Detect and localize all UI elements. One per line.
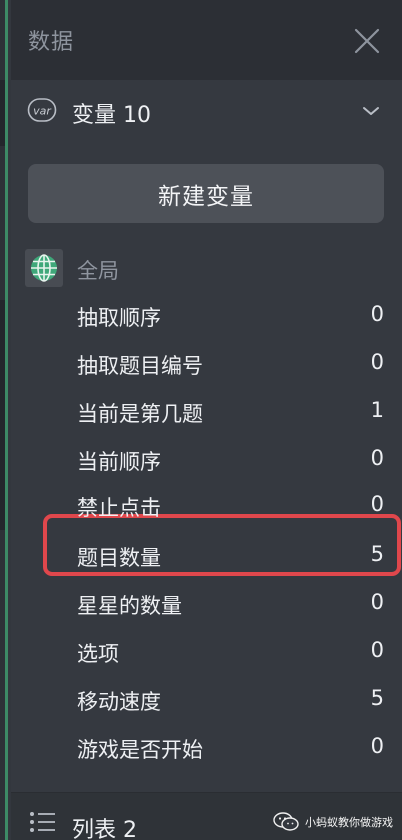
variable-name: 抽取题目编号 bbox=[77, 354, 203, 378]
variable-name: 游戏是否开始 bbox=[77, 738, 203, 762]
list-item[interactable]: 当前顺序 0 bbox=[11, 436, 402, 484]
left-edge-shade bbox=[0, 300, 5, 530]
variable-value: 5 bbox=[370, 686, 384, 710]
variable-value: 0 bbox=[370, 446, 384, 470]
variable-name: 当前顺序 bbox=[77, 450, 161, 474]
list-item[interactable]: 选项 0 bbox=[11, 628, 402, 676]
variable-name: 禁止点击 bbox=[77, 496, 161, 520]
list-item[interactable]: 星星的数量 0 bbox=[11, 580, 402, 628]
variable-name: 移动速度 bbox=[77, 690, 161, 714]
variable-list: 抽取顺序 0 抽取题目编号 0 当前是第几题 1 当前顺序 0 禁止点击 0 题… bbox=[11, 292, 402, 772]
new-variable-button[interactable]: 新建变量 bbox=[28, 164, 384, 223]
chevron-down-icon[interactable] bbox=[361, 104, 381, 118]
variable-value: 0 bbox=[370, 590, 384, 614]
var-icon: var bbox=[27, 98, 57, 122]
globe-icon bbox=[25, 249, 63, 287]
list-item-highlighted[interactable]: 题目数量 5 bbox=[11, 528, 402, 580]
variable-value: 0 bbox=[370, 302, 384, 326]
variables-section-header[interactable]: var 变量 10 bbox=[11, 80, 402, 144]
panel-title: 数据 bbox=[28, 30, 75, 55]
var-icon-text: var bbox=[33, 105, 52, 118]
variables-count-label: 变量 10 bbox=[72, 103, 151, 128]
left-edge-shade bbox=[0, 80, 5, 146]
variable-name: 题目数量 bbox=[77, 546, 161, 570]
variable-name: 抽取顺序 bbox=[77, 306, 161, 330]
list-item[interactable]: 抽取题目编号 0 bbox=[11, 340, 402, 388]
lists-count-label: 列表 2 bbox=[72, 818, 137, 840]
close-icon[interactable] bbox=[352, 26, 382, 56]
variable-value: 1 bbox=[370, 398, 384, 422]
variable-value: 0 bbox=[370, 734, 384, 758]
data-panel: 数据 var 变量 10 新建变量 全局 抽取顺序 0 抽取题目编号 0 当前是… bbox=[11, 0, 402, 840]
variable-value: 0 bbox=[370, 350, 384, 374]
list-item[interactable]: 当前是第几题 1 bbox=[11, 388, 402, 436]
variable-name: 选项 bbox=[77, 642, 119, 666]
panel-header: 数据 bbox=[11, 0, 402, 80]
list-item[interactable]: 抽取顺序 0 bbox=[11, 292, 402, 340]
variable-value: 5 bbox=[370, 542, 384, 566]
watermark: 小蚂蚁教你做游戏 bbox=[273, 811, 393, 833]
variable-value: 0 bbox=[370, 492, 384, 516]
list-icon bbox=[30, 812, 55, 832]
variable-value: 0 bbox=[370, 638, 384, 662]
global-group-label: 全局 bbox=[77, 259, 119, 283]
list-item[interactable]: 游戏是否开始 0 bbox=[11, 724, 402, 772]
variable-name: 星星的数量 bbox=[77, 594, 182, 618]
left-edge-strip bbox=[0, 0, 8, 840]
list-item[interactable]: 禁止点击 0 bbox=[11, 484, 402, 528]
data-panel-screen: 数据 var 变量 10 新建变量 全局 抽取顺序 0 抽取题目编号 0 当前是… bbox=[0, 0, 402, 840]
variable-name: 当前是第几题 bbox=[77, 402, 203, 426]
list-item[interactable]: 移动速度 5 bbox=[11, 676, 402, 724]
wechat-icon bbox=[273, 812, 299, 831]
watermark-text: 小蚂蚁教你做游戏 bbox=[305, 816, 393, 829]
